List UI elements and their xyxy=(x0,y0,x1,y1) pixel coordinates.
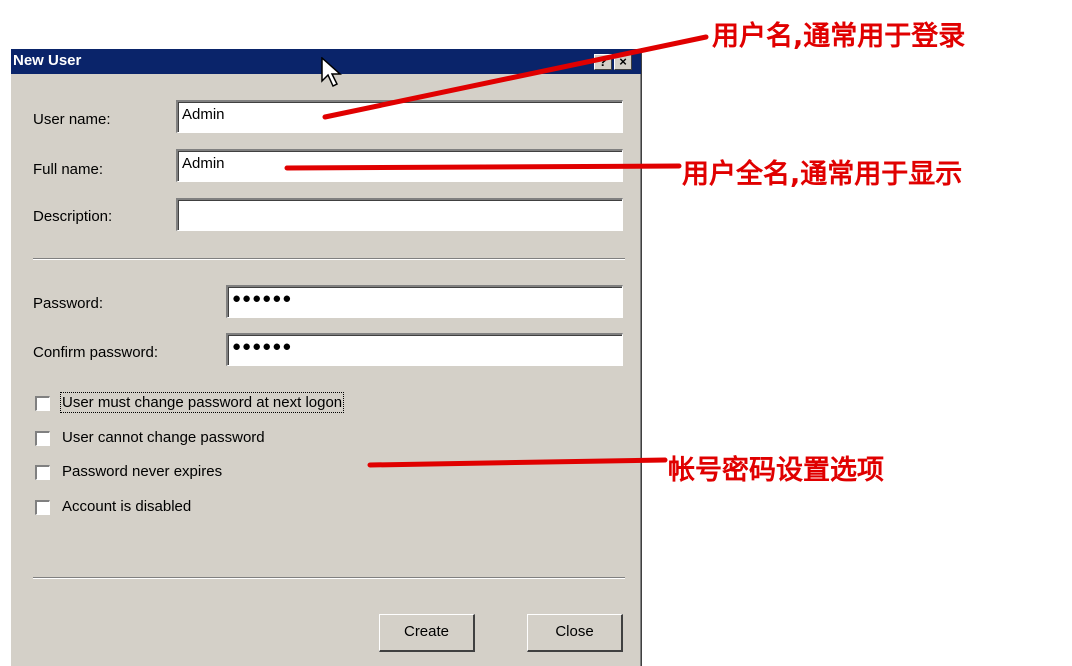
annotation-lines xyxy=(284,34,709,468)
annotation-line-fullname xyxy=(284,163,682,171)
annotation-fullname-note: 用户全名,通常用于显示 xyxy=(682,159,963,190)
annotation-line-username xyxy=(322,34,709,120)
annotation-username-note: 用户名,通常用于登录 xyxy=(712,21,966,52)
annotation-line-options xyxy=(367,457,668,468)
annotation-options-note: 帐号密码设置选项 xyxy=(668,455,884,486)
